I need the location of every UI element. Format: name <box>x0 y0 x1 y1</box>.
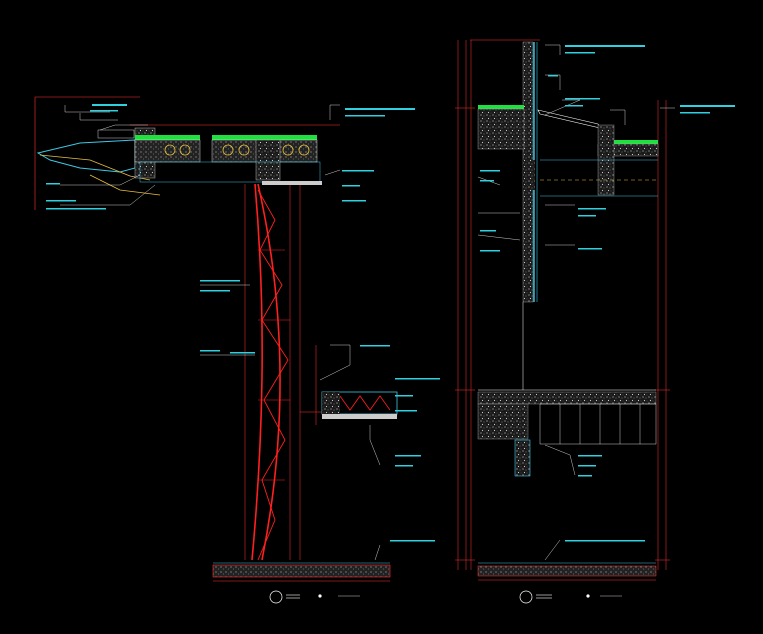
upper-slab-right <box>477 105 659 197</box>
circle-section-marker-icon <box>269 590 360 604</box>
ground-slab-left <box>212 562 391 582</box>
curved-truss <box>244 181 322 561</box>
ground-slab-right <box>477 562 657 581</box>
left-section <box>34 96 440 604</box>
circle-section-marker-icon <box>519 590 622 604</box>
mid-slab-right <box>477 389 657 477</box>
roof-slab-left <box>130 124 340 183</box>
left-annotation-marks <box>46 104 440 542</box>
soffit-beam <box>300 345 398 425</box>
cad-section-drawing <box>34 39 735 604</box>
right-wall <box>522 41 538 390</box>
right-section <box>455 39 735 604</box>
left-leaders <box>60 104 381 561</box>
